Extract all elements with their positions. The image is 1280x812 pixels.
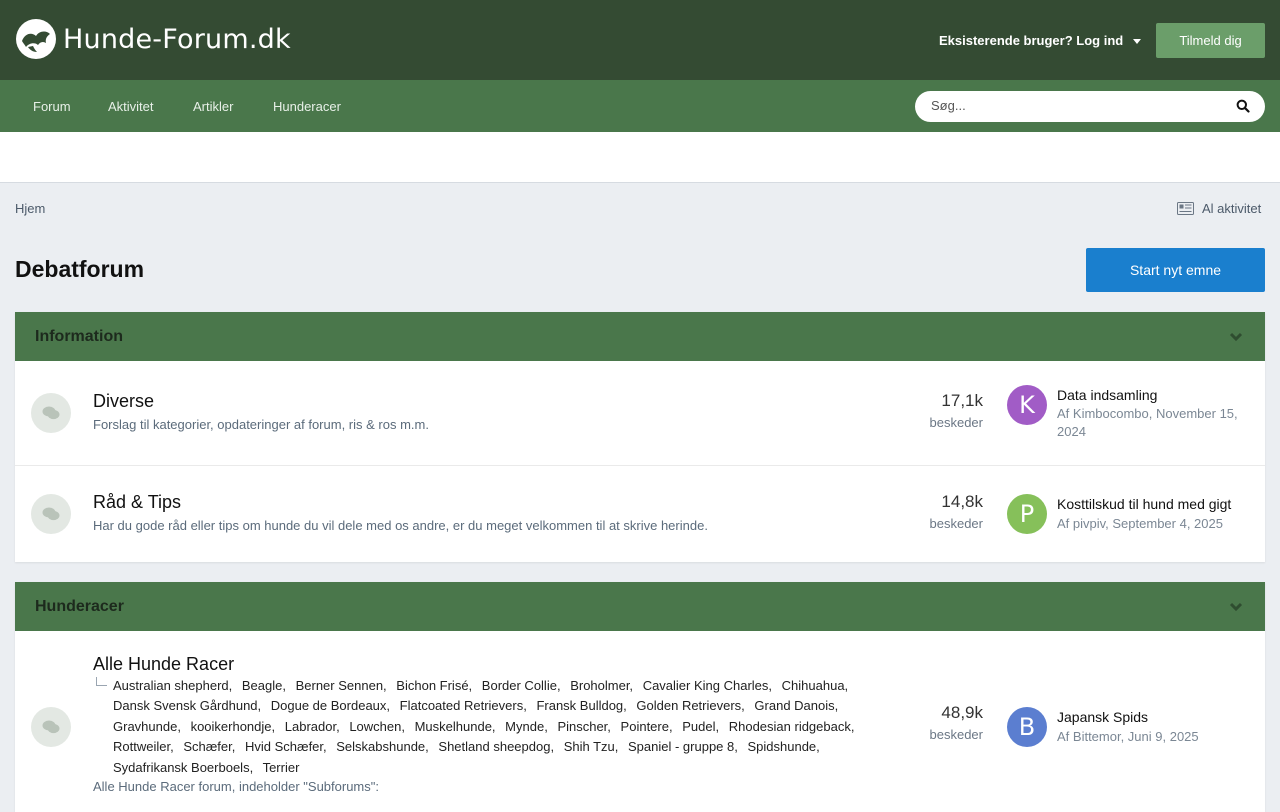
nav-item-activity[interactable]: Aktivitet bbox=[108, 99, 154, 114]
post-count-label: beskeder bbox=[929, 727, 983, 742]
subforum-branch-icon bbox=[96, 677, 107, 686]
search-box bbox=[915, 91, 1265, 122]
subforum-link[interactable]: Fransk Bulldog, bbox=[536, 698, 626, 713]
post-count: 17,1k bbox=[941, 391, 983, 410]
avatar[interactable]: B bbox=[1007, 707, 1047, 747]
subforum-link[interactable]: Golden Retrievers, bbox=[636, 698, 744, 713]
category-header: Information bbox=[15, 312, 1265, 361]
subforum-link[interactable]: Pudel, bbox=[682, 719, 719, 734]
forum-chat-icon bbox=[31, 494, 71, 534]
signup-button[interactable]: Tilmeld dig bbox=[1156, 23, 1265, 58]
forum-row[interactable]: Diverse Forslag til kategorier, opdateri… bbox=[15, 361, 1265, 466]
forum-row[interactable]: Alle Hunde Racer Australian shepherd, Be… bbox=[15, 631, 1265, 812]
avatar[interactable]: P bbox=[1007, 494, 1047, 534]
subforum-link[interactable]: Terrier bbox=[263, 760, 300, 775]
last-post-title[interactable]: Japansk Spids bbox=[1057, 709, 1148, 725]
last-post-author-date: Af pivpiv, September 4, 2025 bbox=[1057, 516, 1223, 531]
category-title: Information bbox=[35, 328, 123, 345]
forum-chat-icon bbox=[31, 707, 71, 747]
caret-down-icon bbox=[1133, 39, 1142, 44]
subforum-link[interactable]: Spidshunde, bbox=[747, 739, 819, 754]
subforum-link[interactable]: Rhodesian ridgeback, bbox=[729, 719, 855, 734]
chevron-down-icon[interactable] bbox=[1229, 330, 1243, 344]
subforum-link[interactable]: Spaniel - gruppe 8, bbox=[628, 739, 738, 754]
subforum-link[interactable]: Rottweiler, bbox=[113, 739, 174, 754]
subforum-link[interactable]: kooikerhondje, bbox=[191, 719, 276, 734]
page-title: Debatforum bbox=[15, 256, 145, 282]
forum-description: Har du gode råd eller tips om hunde du v… bbox=[93, 518, 708, 533]
subforum-link[interactable]: Gravhunde, bbox=[113, 719, 181, 734]
subforum-link[interactable]: Cavalier King Charles, bbox=[643, 678, 772, 693]
category-information: Information Diverse Forslag til kategori… bbox=[15, 312, 1265, 562]
subforum-link[interactable]: Muskelhunde, bbox=[415, 719, 496, 734]
subforum-list: Australian shepherd, Beagle, Berner Senn… bbox=[113, 676, 888, 778]
subforum-link[interactable]: Grand Danois, bbox=[754, 698, 838, 713]
subforum-link[interactable]: Chihuahua, bbox=[782, 678, 849, 693]
last-post-author-date: Af Kimbocombo, November 15, bbox=[1057, 406, 1238, 421]
chevron-down-icon[interactable] bbox=[1229, 600, 1243, 614]
forum-title[interactable]: Diverse bbox=[93, 391, 154, 412]
post-count-label: beskeder bbox=[929, 415, 983, 430]
subforum-link[interactable]: Labrador, bbox=[285, 719, 340, 734]
subforum-link[interactable]: Shetland sheepdog, bbox=[438, 739, 554, 754]
subforum-link[interactable]: Hvid Schæfer, bbox=[245, 739, 327, 754]
last-post-date-year: 2024 bbox=[1057, 424, 1086, 439]
subforum-link[interactable]: Shih Tzu, bbox=[564, 739, 619, 754]
nav-item-forum[interactable]: Forum bbox=[33, 99, 71, 114]
subforum-link[interactable]: Dogue de Bordeaux, bbox=[271, 698, 390, 713]
forum-chat-icon bbox=[31, 393, 71, 433]
login-dropdown[interactable]: Eksisterende bruger? Log ind bbox=[939, 33, 1142, 48]
last-post-title[interactable]: Data indsamling bbox=[1057, 387, 1157, 403]
forum-title[interactable]: Alle Hunde Racer bbox=[93, 654, 234, 675]
subforum-link[interactable]: Sydafrikansk Boerboels, bbox=[113, 760, 253, 775]
subforum-link[interactable]: Mynde, bbox=[505, 719, 548, 734]
post-count: 48,9k bbox=[941, 703, 983, 722]
start-new-topic-button[interactable]: Start nyt emne bbox=[1086, 248, 1265, 292]
forum-title[interactable]: Råd & Tips bbox=[93, 492, 181, 513]
last-post-meta: Af Kimbocombo, November 15, 2024 bbox=[1057, 405, 1257, 441]
subforum-link[interactable]: Schæfer, bbox=[183, 739, 235, 754]
subforum-link[interactable]: Broholmer, bbox=[570, 678, 633, 693]
post-count-label: beskeder bbox=[929, 516, 983, 531]
category-title: Hunderacer bbox=[35, 598, 124, 615]
subforum-link[interactable]: Beagle, bbox=[242, 678, 286, 693]
subforum-link[interactable]: Berner Sennen, bbox=[296, 678, 387, 693]
post-count: 14,8k bbox=[941, 492, 983, 511]
dog-logo-icon bbox=[16, 19, 56, 59]
site-header: Hunde-Forum.dk Eksisterende bruger? Log … bbox=[0, 0, 1280, 80]
forum-description: Forslag til kategorier, opdateringer af … bbox=[93, 417, 429, 432]
search-input[interactable] bbox=[931, 98, 1211, 113]
subforum-link[interactable]: Lowchen, bbox=[349, 719, 405, 734]
login-label: Eksisterende bruger? Log ind bbox=[939, 33, 1124, 48]
last-post-meta: Af pivpiv, September 4, 2025 bbox=[1057, 515, 1257, 533]
last-post-author-date: Af Bittemor, Juni 9, 2025 bbox=[1057, 729, 1199, 744]
site-brand-name: Hunde-Forum.dk bbox=[63, 23, 291, 55]
avatar[interactable]: K bbox=[1007, 385, 1047, 425]
subforum-link[interactable]: Dansk Svensk Gårdhund, bbox=[113, 698, 261, 713]
subforum-note: Alle Hunde Racer forum, indeholder "Subf… bbox=[93, 779, 379, 794]
forum-row[interactable]: Råd & Tips Har du gode råd eller tips om… bbox=[15, 466, 1265, 562]
subforum-link[interactable]: Pinscher, bbox=[557, 719, 610, 734]
search-icon[interactable] bbox=[1236, 99, 1252, 115]
nav-item-dog-breeds[interactable]: Hunderacer bbox=[273, 99, 341, 114]
all-activity-link[interactable]: Al aktivitet bbox=[1177, 201, 1261, 216]
breadcrumb-home[interactable]: Hjem bbox=[15, 201, 45, 216]
site-logo[interactable]: Hunde-Forum.dk bbox=[16, 19, 291, 59]
nav-item-articles[interactable]: Artikler bbox=[193, 99, 233, 114]
subforum-link[interactable]: Bichon Frisé, bbox=[396, 678, 472, 693]
ad-banner-area bbox=[0, 132, 1280, 183]
subforum-link[interactable]: Australian shepherd, bbox=[113, 678, 232, 693]
last-post-title[interactable]: Kosttilskud til hund med gigt bbox=[1057, 496, 1231, 512]
subforum-link[interactable]: Pointere, bbox=[621, 719, 673, 734]
activity-feed-icon bbox=[1177, 202, 1194, 215]
subforum-link[interactable]: Selskabshunde, bbox=[336, 739, 429, 754]
category-dog-breeds: Hunderacer Alle Hunde Racer Australian s… bbox=[15, 582, 1265, 812]
subforum-link[interactable]: Flatcoated Retrievers, bbox=[400, 698, 527, 713]
subforum-link[interactable]: Border Collie, bbox=[482, 678, 561, 693]
category-header: Hunderacer bbox=[15, 582, 1265, 631]
all-activity-label: Al aktivitet bbox=[1202, 201, 1262, 216]
last-post-meta: Af Bittemor, Juni 9, 2025 bbox=[1057, 728, 1257, 746]
